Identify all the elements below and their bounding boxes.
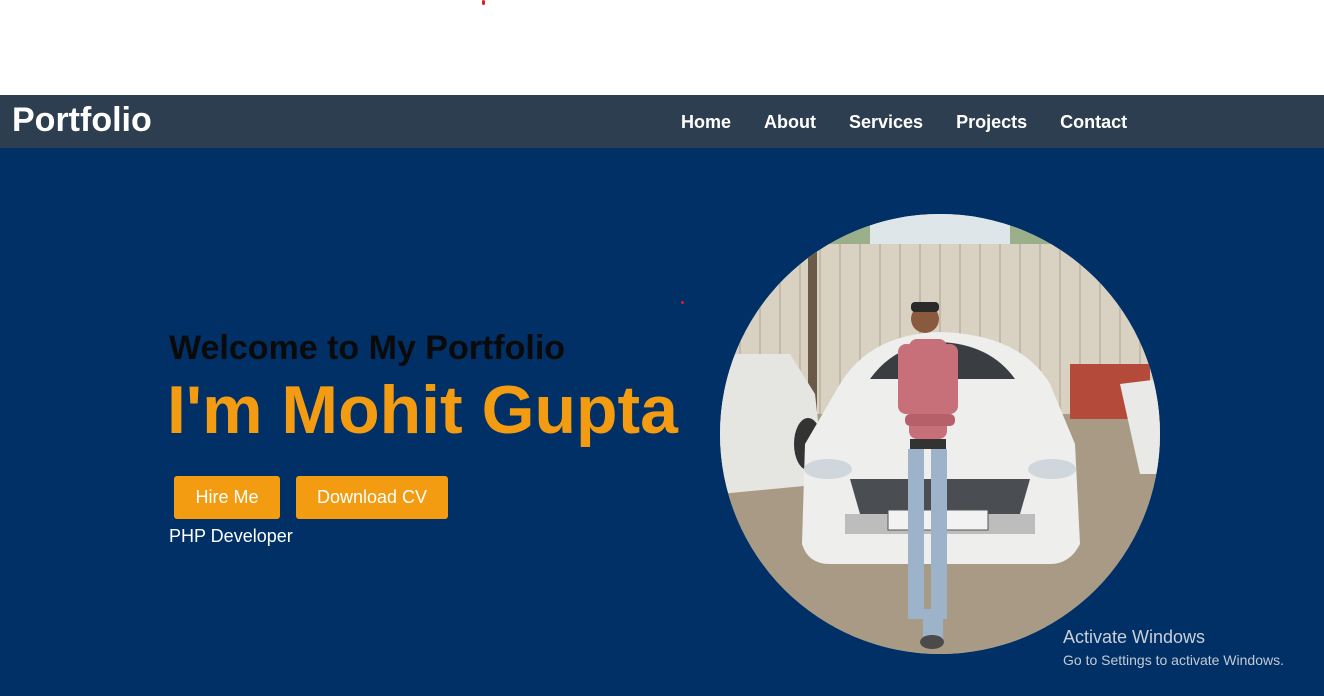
nav-links: Home About Services Projects Contact (681, 95, 1160, 148)
nav-link-services[interactable]: Services (849, 100, 923, 144)
nav-link-projects[interactable]: Projects (956, 100, 1027, 144)
red-dot-mark (482, 0, 485, 5)
hero-section: Welcome to My Portfolio I'm Mohit Gupta … (0, 148, 1324, 696)
top-blank-area (0, 0, 1324, 95)
name-heading: I'm Mohit Gupta (167, 372, 678, 448)
nav-link-contact[interactable]: Contact (1060, 100, 1127, 144)
profile-photo (720, 214, 1160, 654)
download-cv-button[interactable]: Download CV (296, 476, 448, 519)
activate-windows-subtitle: Go to Settings to activate Windows. (1063, 652, 1284, 668)
hire-me-button[interactable]: Hire Me (174, 476, 280, 519)
role-text: PHP Developer (169, 526, 293, 546)
nav-link-about[interactable]: About (764, 100, 816, 144)
red-dot-mark (681, 301, 684, 304)
profile-photo-illustration (720, 214, 1160, 654)
welcome-heading: Welcome to My Portfolio (169, 329, 566, 367)
activate-windows-title: Activate Windows (1063, 627, 1206, 647)
navbar: Portfolio Home About Services Projects C… (0, 95, 1324, 148)
brand-logo[interactable]: Portfolio (12, 98, 152, 142)
nav-link-home[interactable]: Home (681, 100, 731, 144)
activate-windows-watermark: Activate Windows Go to Settings to activ… (1063, 626, 1284, 670)
